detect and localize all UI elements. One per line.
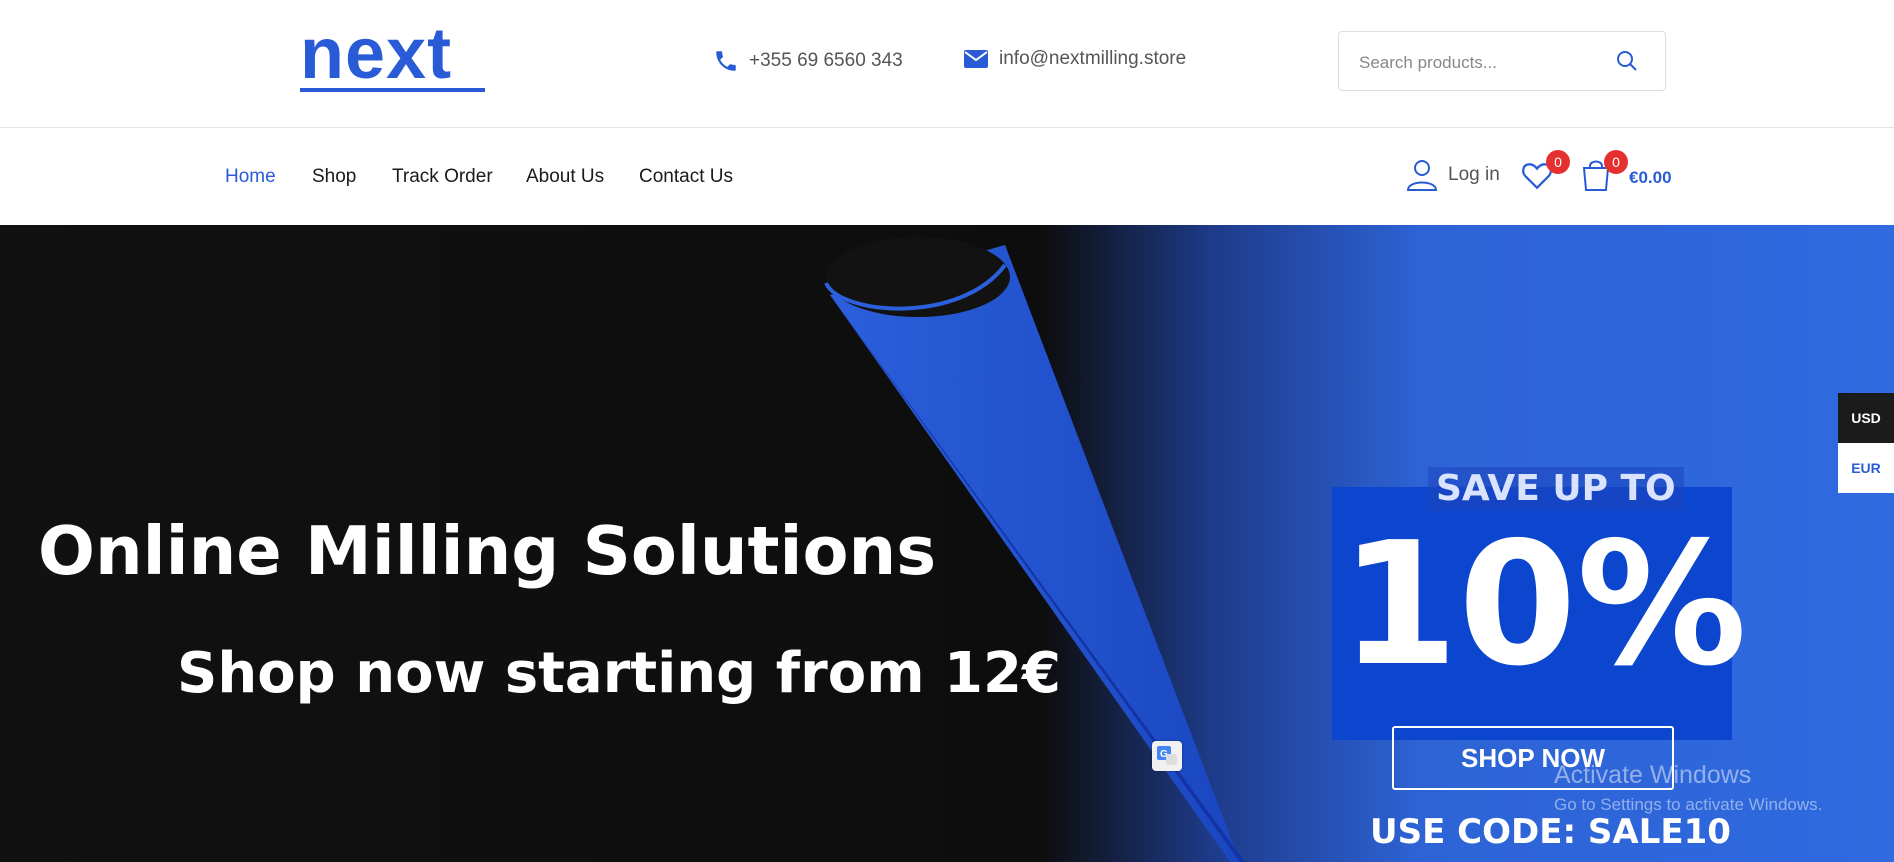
nav-contact-us[interactable]: Contact Us (639, 166, 733, 188)
wishlist-button[interactable]: 0 (1520, 150, 1570, 197)
activate-windows-subtitle: Go to Settings to activate Windows. (1554, 795, 1823, 814)
nav-home[interactable]: Home (225, 166, 276, 188)
main-nav: Home Shop Track Order About Us Contact U… (0, 128, 1894, 225)
phone-contact[interactable]: +355 69 6560 343 (713, 48, 903, 74)
login-label: Log in (1448, 164, 1500, 185)
login-link[interactable]: Log in (1406, 158, 1500, 192)
logo[interactable]: next (300, 18, 452, 90)
search-box (1338, 31, 1666, 91)
logo-underline (300, 88, 485, 92)
activate-windows-title: Activate Windows (1554, 761, 1752, 789)
nav-shop[interactable]: Shop (312, 166, 356, 188)
phone-number: +355 69 6560 343 (749, 50, 903, 71)
envelope-icon (964, 50, 988, 68)
nav-about-us[interactable]: About Us (526, 166, 604, 188)
email-contact[interactable]: info@nextmilling.store (963, 48, 1186, 70)
search-icon[interactable] (1615, 49, 1639, 73)
promo-code: USE CODE: SALE10 (1370, 812, 1731, 852)
currency-eur[interactable]: EUR (1838, 443, 1894, 493)
discount-percent: 10% (1340, 506, 1747, 704)
cart-total[interactable]: €0.00 (1629, 168, 1672, 188)
translate-icon[interactable]: G (1152, 741, 1182, 771)
header-top: next +355 69 6560 343 info@nextmilling.s… (0, 0, 1894, 128)
nav-track-order[interactable]: Track Order (392, 166, 493, 188)
email-address: info@nextmilling.store (999, 48, 1187, 69)
save-up-label: SAVE UP TO (1428, 467, 1684, 511)
hero-title: Online Milling Solutions (38, 512, 937, 590)
cart-button[interactable]: 0 (1580, 150, 1628, 197)
wishlist-count-badge: 0 (1546, 150, 1570, 174)
user-icon (1406, 160, 1438, 191)
cart-count-badge: 0 (1604, 150, 1628, 174)
search-input[interactable] (1357, 48, 1601, 78)
currency-usd[interactable]: USD (1838, 393, 1894, 443)
hero-subtitle: Shop now starting from 12€ (177, 641, 1061, 706)
hero-banner: Online Milling Solutions Shop now starti… (0, 225, 1894, 862)
phone-icon (716, 51, 736, 71)
